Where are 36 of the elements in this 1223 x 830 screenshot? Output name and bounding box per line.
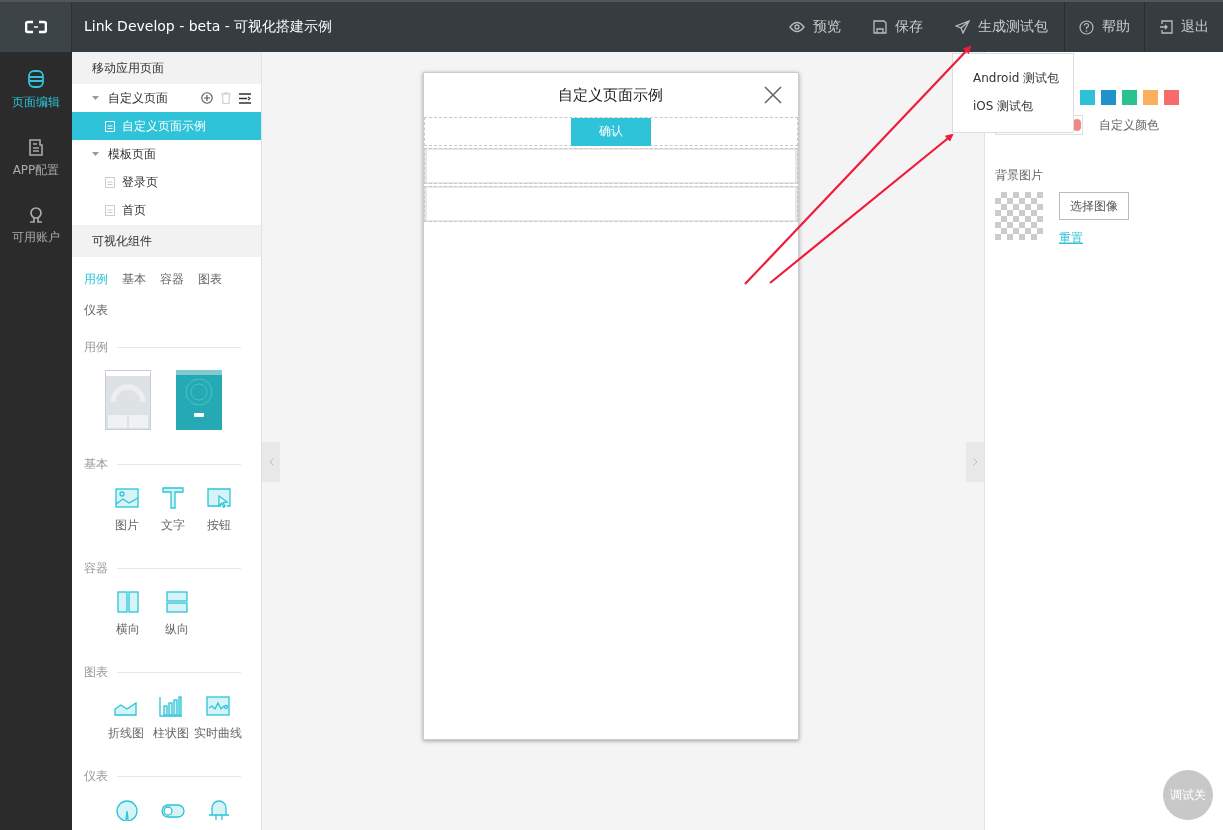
choose-image-button[interactable]: 选择图像	[1059, 192, 1129, 220]
panel-header: 可视化组件	[72, 225, 261, 257]
toolbar-button[interactable]: 预览	[773, 2, 857, 52]
custom-color-label: 自定义颜色	[1099, 116, 1159, 134]
nav-item[interactable]: 可用账户	[0, 203, 72, 250]
group-heading: 用例	[84, 339, 108, 356]
nav-item[interactable]: 页面编辑	[0, 66, 72, 115]
component-label: 折线图	[108, 725, 144, 742]
tree-folder[interactable]: 模板页面	[72, 140, 261, 168]
nav-item[interactable]: APP配置	[0, 135, 72, 183]
section-label: 背景图片	[995, 167, 1044, 184]
component-tab[interactable]: 仪表	[84, 298, 108, 323]
tree-page-item[interactable]: 首页	[72, 196, 261, 224]
component-label: 纵向	[165, 621, 189, 638]
menu-item[interactable]: Android 测试包	[953, 70, 1073, 98]
component-label: 文字	[161, 517, 185, 534]
component-tab[interactable]: 容器	[160, 267, 184, 292]
toolbar-button[interactable]: 保存	[857, 2, 939, 52]
panel-header: 移动应用页面	[72, 52, 261, 84]
component-tab[interactable]: 图表	[198, 267, 222, 292]
component-label: 图片	[114, 517, 139, 534]
group-heading: 基本	[84, 456, 108, 473]
tree-folder[interactable]: 自定义页面	[72, 84, 261, 112]
tree-page-item[interactable]: 登录页	[72, 168, 261, 196]
page-title: 自定义页面示例	[558, 85, 663, 105]
component-label: 按钮	[207, 517, 232, 534]
toolbar-button[interactable]: 生成测试包	[939, 2, 1064, 52]
component-tab[interactable]: 基本	[122, 267, 146, 292]
group-heading: 图表	[84, 664, 108, 681]
app-title: Link Develop - beta - 可视化搭建示例	[84, 18, 334, 36]
component-label: 柱状图	[153, 725, 189, 742]
menu-item[interactable]: iOS 测试包	[953, 98, 1073, 126]
group-heading: 仪表	[84, 768, 108, 785]
component-label: 实时曲线	[194, 725, 242, 742]
component-label: 横向	[116, 621, 140, 638]
group-heading: 容器	[84, 560, 108, 577]
